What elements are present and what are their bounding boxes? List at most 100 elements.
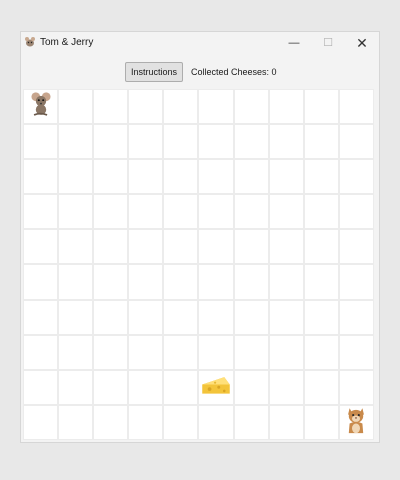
board-cell[interactable] bbox=[23, 334, 59, 370]
board-cell[interactable] bbox=[303, 159, 339, 195]
board-cell[interactable] bbox=[163, 124, 199, 160]
board-cell[interactable] bbox=[233, 124, 269, 160]
board-cell[interactable] bbox=[198, 264, 234, 300]
board-cell[interactable] bbox=[303, 369, 339, 405]
board-cell[interactable] bbox=[303, 299, 339, 335]
board-cell[interactable] bbox=[303, 404, 339, 440]
board-cell[interactable] bbox=[303, 229, 339, 265]
board-cell[interactable] bbox=[58, 264, 94, 300]
board-cell[interactable] bbox=[58, 194, 94, 230]
board-cell[interactable] bbox=[23, 299, 59, 335]
board-cell[interactable] bbox=[58, 404, 94, 440]
board-cell[interactable] bbox=[268, 159, 304, 195]
board-cell[interactable] bbox=[338, 194, 374, 230]
board-cell[interactable] bbox=[93, 369, 129, 405]
board-cell[interactable] bbox=[128, 159, 164, 195]
board-cell[interactable] bbox=[58, 334, 94, 370]
board-cell[interactable] bbox=[268, 124, 304, 160]
board-cell[interactable] bbox=[268, 404, 304, 440]
board-cell[interactable] bbox=[163, 229, 199, 265]
board-cell[interactable] bbox=[233, 369, 269, 405]
board-cell[interactable] bbox=[23, 124, 59, 160]
board-cell[interactable] bbox=[303, 194, 339, 230]
board-cell[interactable] bbox=[93, 334, 129, 370]
board-cell[interactable] bbox=[93, 89, 129, 125]
board-cell[interactable] bbox=[163, 404, 199, 440]
board-cell[interactable] bbox=[128, 89, 164, 125]
board-cell[interactable] bbox=[338, 89, 374, 125]
board-cell[interactable] bbox=[128, 229, 164, 265]
board-cell[interactable] bbox=[128, 194, 164, 230]
board-cell-jerry-mouse[interactable] bbox=[23, 89, 59, 125]
board-cell[interactable] bbox=[23, 264, 59, 300]
board-cell[interactable] bbox=[268, 369, 304, 405]
board-cell[interactable] bbox=[93, 264, 129, 300]
board-cell[interactable] bbox=[128, 369, 164, 405]
board-cell[interactable] bbox=[338, 264, 374, 300]
board-cell[interactable] bbox=[163, 89, 199, 125]
maximize-button[interactable]: ☐ bbox=[311, 32, 345, 54]
board-cell[interactable] bbox=[163, 334, 199, 370]
board-cell[interactable] bbox=[128, 299, 164, 335]
board-cell[interactable] bbox=[268, 89, 304, 125]
board-cell[interactable] bbox=[58, 89, 94, 125]
board-cell[interactable] bbox=[23, 369, 59, 405]
board-cell[interactable] bbox=[233, 264, 269, 300]
board-cell[interactable] bbox=[233, 194, 269, 230]
board-cell[interactable] bbox=[233, 404, 269, 440]
board-cell[interactable] bbox=[93, 159, 129, 195]
board-cell[interactable] bbox=[128, 334, 164, 370]
board-cell[interactable] bbox=[338, 159, 374, 195]
board-cell[interactable] bbox=[303, 124, 339, 160]
board-cell[interactable] bbox=[23, 229, 59, 265]
board-cell[interactable] bbox=[93, 124, 129, 160]
board-cell[interactable] bbox=[128, 264, 164, 300]
instructions-button[interactable]: Instructions bbox=[125, 62, 183, 82]
board-cell[interactable] bbox=[58, 229, 94, 265]
board-cell[interactable] bbox=[268, 299, 304, 335]
board-cell[interactable] bbox=[303, 89, 339, 125]
board-cell[interactable] bbox=[198, 229, 234, 265]
title-bar[interactable]: Tom & Jerry — ☐ ✕ bbox=[21, 32, 379, 54]
board-cell-cheese[interactable] bbox=[198, 369, 234, 405]
board-cell[interactable] bbox=[93, 404, 129, 440]
board-cell[interactable] bbox=[198, 89, 234, 125]
board-cell[interactable] bbox=[338, 369, 374, 405]
board-cell[interactable] bbox=[233, 159, 269, 195]
board-cell[interactable] bbox=[233, 299, 269, 335]
board-cell[interactable] bbox=[198, 124, 234, 160]
board-cell[interactable] bbox=[93, 229, 129, 265]
board-cell[interactable] bbox=[198, 334, 234, 370]
board-cell[interactable] bbox=[233, 89, 269, 125]
board-cell[interactable] bbox=[163, 369, 199, 405]
board-cell[interactable] bbox=[163, 159, 199, 195]
board-cell[interactable] bbox=[163, 299, 199, 335]
board-cell[interactable] bbox=[303, 334, 339, 370]
board-cell[interactable] bbox=[23, 159, 59, 195]
minimize-button[interactable]: — bbox=[277, 32, 311, 54]
board-cell[interactable] bbox=[58, 159, 94, 195]
board-cell[interactable] bbox=[268, 229, 304, 265]
board-cell[interactable] bbox=[338, 299, 374, 335]
board-cell[interactable] bbox=[23, 404, 59, 440]
board-cell[interactable] bbox=[198, 159, 234, 195]
board-cell[interactable] bbox=[93, 194, 129, 230]
board-cell[interactable] bbox=[58, 299, 94, 335]
game-board[interactable] bbox=[23, 89, 374, 440]
board-cell[interactable] bbox=[93, 299, 129, 335]
board-cell[interactable] bbox=[163, 194, 199, 230]
close-button[interactable]: ✕ bbox=[345, 32, 379, 54]
board-cell[interactable] bbox=[338, 334, 374, 370]
board-cell[interactable] bbox=[128, 124, 164, 160]
board-cell[interactable] bbox=[58, 369, 94, 405]
board-cell[interactable] bbox=[198, 404, 234, 440]
board-cell[interactable] bbox=[233, 334, 269, 370]
board-cell[interactable] bbox=[303, 264, 339, 300]
board-cell[interactable] bbox=[23, 194, 59, 230]
board-cell[interactable] bbox=[163, 264, 199, 300]
board-cell[interactable] bbox=[268, 264, 304, 300]
board-cell-tom-cat[interactable] bbox=[338, 404, 374, 440]
board-cell[interactable] bbox=[268, 334, 304, 370]
board-cell[interactable] bbox=[338, 124, 374, 160]
board-cell[interactable] bbox=[128, 404, 164, 440]
